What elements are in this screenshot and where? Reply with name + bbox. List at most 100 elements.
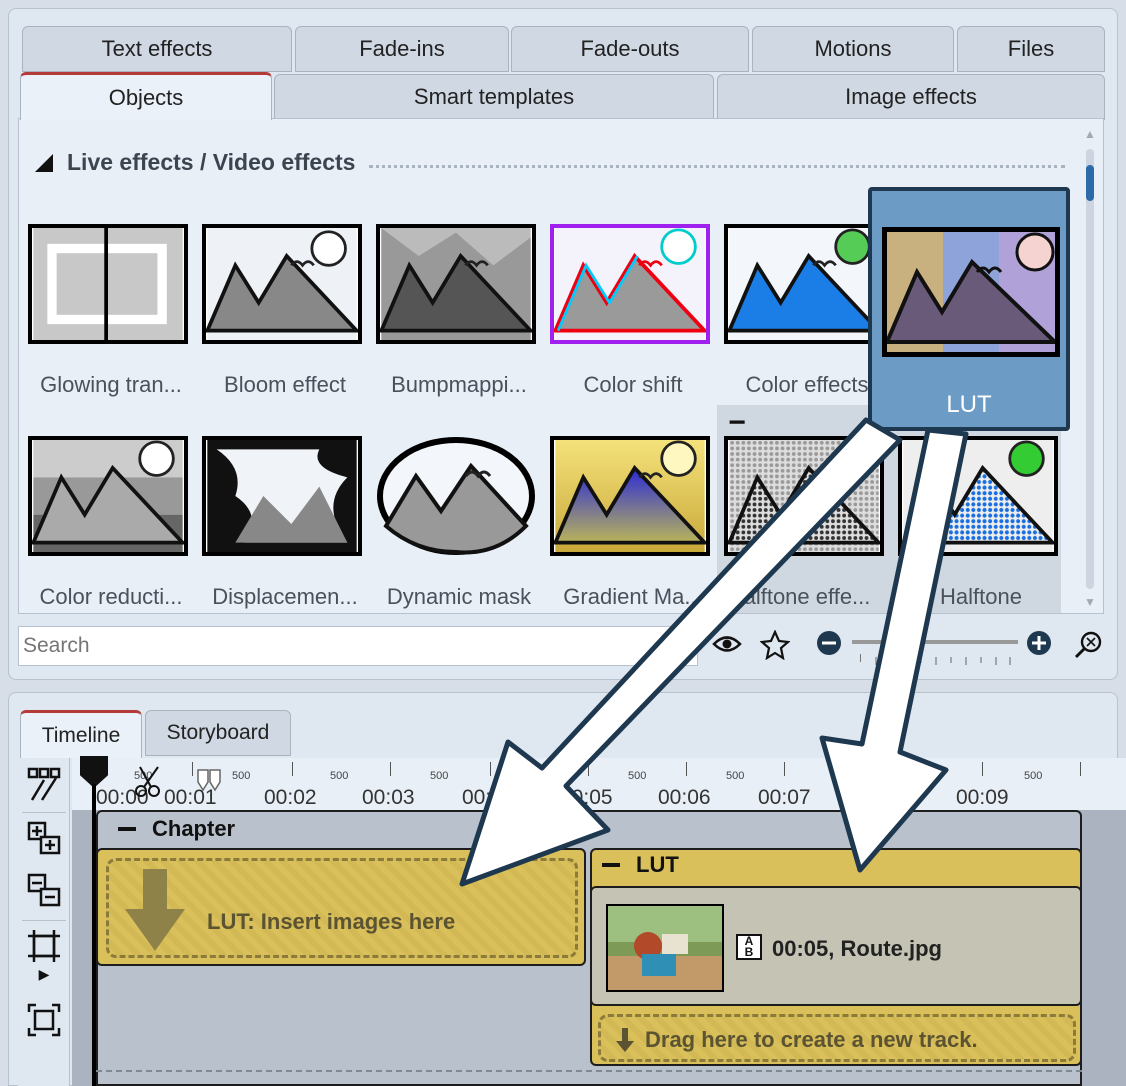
ruler-tick [784, 762, 785, 776]
bumpmapping-thumb [376, 224, 536, 344]
ruler-label: 00:09 [956, 786, 1009, 809]
clip-info: 00:05, Route.jpg [772, 936, 942, 962]
tab-smart-templates[interactable]: Smart templates [274, 74, 714, 120]
fit-track-icon[interactable] [24, 928, 64, 968]
effect-dynamic-mask[interactable]: Dynamic mask [376, 436, 542, 610]
dynamic-mask-thumb [376, 436, 536, 556]
zoom-to-fit-icon[interactable] [24, 1002, 64, 1042]
tab-objects[interactable]: Objects [20, 72, 272, 120]
ruler-label: 00:07 [758, 786, 811, 809]
ruler-half-label: 500 [628, 770, 647, 782]
add-track-icon[interactable] [24, 820, 64, 860]
ruler-tick [490, 762, 491, 776]
zoom-in-icon[interactable] [1026, 630, 1052, 661]
marker-icon[interactable] [196, 768, 224, 797]
color-reduction-thumb [28, 436, 188, 556]
effect-halftone-effects[interactable]: alftone effe... [724, 436, 890, 610]
image-clip[interactable]: A B 00:05, Route.jpg [590, 886, 1082, 1006]
eye-icon[interactable] [712, 632, 742, 660]
collapse-minus-icon[interactable]: − [719, 408, 755, 439]
effect-label: Color reducti... [39, 584, 183, 609]
ruler-half-label: 500 [430, 770, 449, 782]
effect-color-shift[interactable]: Color shift [550, 224, 716, 398]
zoom-fit-icon[interactable] [1074, 630, 1104, 665]
effect-color-reduction[interactable]: Color reducti... [28, 436, 194, 610]
lut-insert-text: LUT: Insert images here [207, 909, 456, 934]
ruler-tick [1080, 762, 1081, 776]
ruler-label: 00:02 [264, 786, 317, 809]
effect-glowing-transition[interactable]: Glowing tran... [28, 224, 194, 398]
effect-displacement[interactable]: Displacemen... [202, 436, 368, 610]
down-arrow-small-icon [615, 1027, 635, 1058]
ruler-label: 00:08 [856, 786, 909, 809]
halftone-effects-thumb [724, 436, 884, 556]
effect-bloom[interactable]: Bloom effect [202, 224, 368, 398]
clip-duration: 00:05, [772, 936, 835, 961]
section-header[interactable]: Live effects / Video effects [35, 149, 355, 176]
section-divider [369, 165, 1065, 168]
effect-color-effects[interactable]: Color effects [724, 224, 890, 398]
section-title: Live effects / Video effects [67, 149, 356, 175]
effect-label: Displacemen... [212, 584, 358, 609]
remove-track-icon[interactable] [24, 872, 64, 912]
effect-label: Bumpmappi... [391, 372, 527, 397]
tab-image-effects[interactable]: Image effects [717, 74, 1105, 120]
expand-arrow-icon[interactable]: ▶ [24, 964, 64, 984]
effects-scrollbar[interactable]: ▲ ▼ [1083, 127, 1097, 609]
effect-label: Color effects [745, 372, 869, 397]
tab-text-effects[interactable]: Text effects [22, 26, 292, 72]
cut-tool-icon[interactable] [24, 766, 64, 806]
ruler-label: 00:03 [362, 786, 415, 809]
scroll-thumb[interactable] [1086, 165, 1094, 201]
side-separator [22, 812, 66, 813]
tab-fade-ins[interactable]: Fade-ins [295, 26, 509, 72]
down-arrow-icon [123, 865, 187, 960]
new-track-dropzone[interactable]: Drag here to create a new track. [598, 1014, 1076, 1062]
star-icon[interactable] [759, 629, 791, 665]
effect-label: Gradient Ma... [563, 584, 703, 609]
collapse-minus-icon[interactable] [118, 827, 136, 831]
timeline-ruler[interactable]: 500 500 500 500 500 500 500 00:00 00:01 … [72, 758, 1126, 810]
effect-gradient-mapping[interactable]: Gradient Ma... [550, 436, 716, 610]
ruler-half-label: 500 [330, 770, 349, 782]
scroll-up-icon[interactable]: ▲ [1083, 127, 1097, 141]
side-separator [22, 920, 66, 921]
scissors-icon[interactable] [134, 764, 164, 803]
zoom-slider[interactable] [852, 640, 1018, 644]
scroll-down-icon[interactable]: ▼ [1083, 595, 1097, 609]
effect-halftone[interactable]: Halftone [898, 436, 1064, 610]
collapse-minus-icon[interactable] [602, 863, 620, 867]
chapter-header[interactable]: Chapter [118, 816, 235, 842]
tab-timeline[interactable]: Timeline [20, 710, 142, 758]
ruler-label: 00:06 [658, 786, 711, 809]
ruler-half-label: 500 [1024, 770, 1043, 782]
ruler-tick [292, 762, 293, 776]
color-effects-thumb [724, 224, 884, 344]
tab-motions[interactable]: Motions [752, 26, 954, 72]
tab-files[interactable]: Files [957, 26, 1105, 72]
effect-bumpmapping[interactable]: Bumpmappi... [376, 224, 542, 398]
lut-insert-placeholder[interactable]: LUT: Insert images here [96, 848, 586, 966]
tab-fade-outs[interactable]: Fade-outs [511, 26, 749, 72]
ruler-tick [192, 762, 193, 776]
ruler-tick [686, 762, 687, 776]
lut-drag-popup[interactable]: LUT [868, 187, 1070, 431]
zoom-slider-ticks [860, 654, 1011, 665]
halftone-thumb [898, 436, 1058, 556]
ruler-tick [588, 762, 589, 776]
zoom-out-icon[interactable] [816, 630, 842, 661]
lut-insert-dropzone[interactable]: LUT: Insert images here [106, 858, 578, 958]
ab-transition-icon[interactable]: A B [736, 934, 762, 960]
gradient-mapping-thumb [550, 436, 710, 556]
collapse-triangle-icon[interactable] [35, 153, 53, 172]
lut-popup-label: LUT [946, 391, 992, 418]
effect-label: Glowing tran... [40, 372, 182, 397]
search-input[interactable] [18, 626, 698, 666]
tab-storyboard[interactable]: Storyboard [145, 710, 291, 756]
ruler-half-label: 500 [232, 770, 251, 782]
lut-track-header[interactable]: LUT [602, 852, 679, 878]
scroll-track[interactable] [1086, 149, 1094, 589]
clip-thumbnail [606, 904, 724, 992]
glowing-transition-thumb [28, 224, 188, 344]
ruler-tick [884, 762, 885, 776]
